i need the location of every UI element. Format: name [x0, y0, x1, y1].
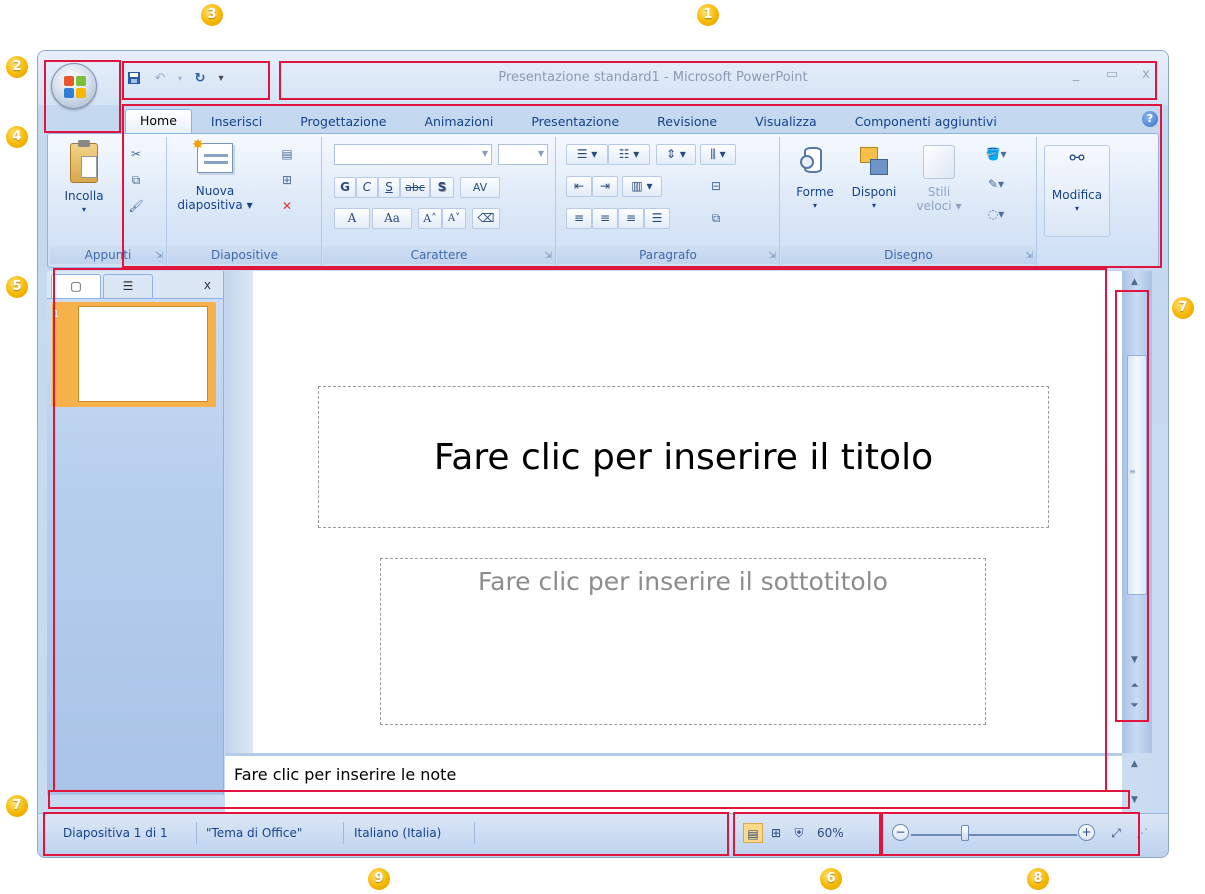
- scroll-up-icon[interactable]: ▲: [1131, 277, 1138, 287]
- notes-scroll-down-icon[interactable]: ▼: [1131, 795, 1138, 805]
- paste-button[interactable]: Incolla ▾: [54, 140, 114, 217]
- annotation-office-button: [44, 60, 121, 133]
- callout-badge: 2: [6, 56, 28, 78]
- notes-scroll-up-icon[interactable]: ▲: [1131, 759, 1138, 769]
- annotation-title-bar: [279, 61, 1157, 100]
- callout-badge: 7: [1172, 297, 1194, 319]
- callout-badge: 8: [1027, 868, 1049, 890]
- callout-badge: 1: [697, 4, 719, 26]
- annotation-quick-access: [122, 61, 270, 100]
- annotation-notes-bar: [48, 790, 1130, 809]
- annotation-scrollbar: [1115, 290, 1149, 722]
- callout-badge: 6: [820, 868, 842, 890]
- annotation-zoom: [881, 812, 1140, 856]
- annotation-workspace: [53, 268, 1107, 792]
- paste-label: Incolla: [64, 189, 104, 203]
- clipboard-icon: [70, 140, 98, 183]
- callout-badge: 4: [6, 126, 28, 148]
- callout-badge: 9: [368, 868, 390, 890]
- callout-badge: 3: [201, 4, 223, 26]
- callout-badge: 7: [6, 795, 28, 817]
- annotation-view-buttons: [733, 812, 881, 856]
- annotation-status-info: [43, 812, 729, 856]
- callout-badge: 5: [6, 276, 28, 298]
- annotation-ribbon: [122, 104, 1162, 268]
- screenshot: Presentazione standard1 - Microsoft Powe…: [0, 0, 1205, 894]
